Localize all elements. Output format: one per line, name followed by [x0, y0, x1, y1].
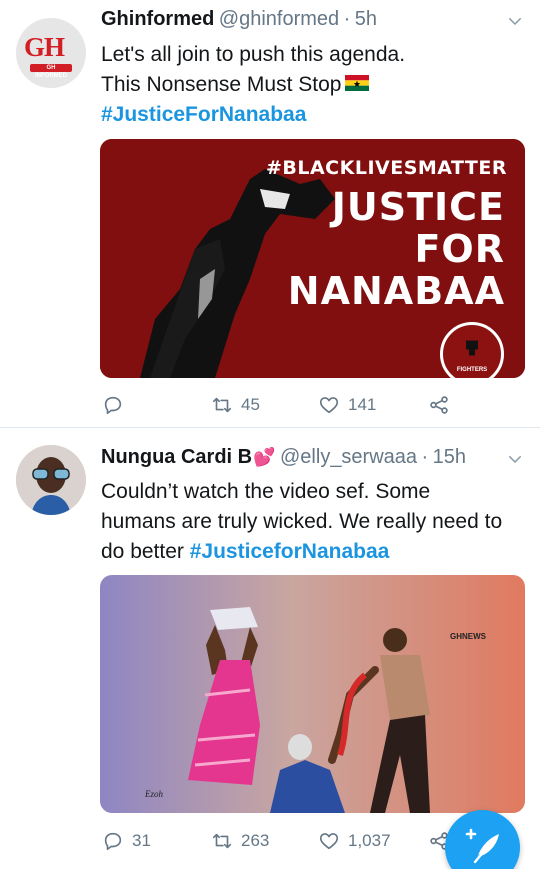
- badge-label: FIGHTERS: [456, 367, 488, 373]
- like-count: 1,037: [348, 831, 391, 850]
- reply-count: 31: [132, 831, 151, 850]
- chevron-down-icon[interactable]: [506, 12, 524, 30]
- heart-icon: [319, 833, 339, 850]
- retweet-icon: [212, 833, 232, 849]
- tweet-text-line: Let's all join to push this agenda.: [101, 43, 406, 66]
- poster-title-line: NANABAA: [287, 269, 505, 313]
- hashtag-link[interactable]: #JusticeForNanabaa: [101, 100, 526, 130]
- compose-tweet-button[interactable]: [445, 810, 520, 869]
- tweet-time[interactable]: 15h: [433, 446, 466, 468]
- reply-button[interactable]: [102, 391, 132, 419]
- news-watermark: GHNEWS: [450, 632, 486, 641]
- tweet-text-line: This Nonsense Must Stop: [101, 70, 526, 100]
- share-button[interactable]: [428, 391, 450, 419]
- reply-button[interactable]: 31: [102, 827, 151, 855]
- tweet-text-line: Couldn’t watch the video sef. Some: [101, 480, 431, 503]
- tweet-media-image[interactable]: #BLACKLIVESMATTER JUSTICE FOR NANABAA FI…: [100, 139, 525, 378]
- display-name[interactable]: Ghinformed: [101, 8, 214, 30]
- like-button[interactable]: 141: [318, 391, 376, 419]
- tweet-text: Couldn’t watch the video sef. Some human…: [101, 477, 526, 567]
- chevron-down-icon[interactable]: [506, 450, 524, 468]
- artist-signature: Ezoh: [145, 789, 163, 799]
- tweet-text-line: do better #JusticeforNanabaa: [101, 540, 390, 563]
- retweet-count: 45: [241, 395, 260, 414]
- hashtag-link[interactable]: #JusticeforNanabaa: [190, 540, 390, 563]
- tweet-header: Nungua Cardi B💕 @elly_serwaaa · 15h: [101, 446, 524, 476]
- retweet-icon: [212, 397, 232, 413]
- tweet[interactable]: GH GH INFORMED Ghinformed @ghinformed · …: [0, 0, 540, 428]
- retweet-button[interactable]: 263: [211, 827, 269, 855]
- tweet-time[interactable]: 5h: [355, 8, 377, 30]
- separator: ·: [343, 8, 351, 30]
- fist-badge: FIGHTERS: [440, 322, 504, 378]
- tweet-actions: 45 141: [100, 391, 520, 419]
- reply-icon: [104, 396, 122, 415]
- avatar[interactable]: [16, 445, 86, 515]
- compose-feather-plus-icon: [465, 828, 499, 864]
- poster-title-line: FOR: [414, 227, 505, 271]
- separator: ·: [421, 446, 429, 468]
- avatar[interactable]: GH GH INFORMED: [16, 18, 86, 88]
- tweet[interactable]: Nungua Cardi B💕 @elly_serwaaa · 15h Coul…: [0, 429, 540, 869]
- user-handle[interactable]: @ghinformed: [219, 8, 339, 30]
- poster-hashtag: #BLACKLIVESMATTER: [265, 157, 507, 179]
- retweet-button[interactable]: 45: [211, 391, 260, 419]
- tweet-text: Let's all join to push this agenda. This…: [101, 40, 526, 130]
- fist-icon: [466, 340, 478, 356]
- ghinformed-logo: GH GH INFORMED: [16, 18, 86, 88]
- heart-icon: [319, 397, 339, 414]
- tweet-header: Ghinformed @ghinformed · 5h: [101, 8, 524, 38]
- like-count: 141: [348, 395, 377, 414]
- display-name[interactable]: Nungua Cardi B💕: [101, 446, 276, 468]
- like-button[interactable]: 1,037: [318, 827, 391, 855]
- ghana-flag-icon: [345, 75, 370, 92]
- tweet-text-line: humans are truly wicked. We really need …: [101, 510, 503, 533]
- profile-photo: [16, 445, 86, 515]
- retweet-count: 263: [241, 831, 270, 850]
- poster-title-line: JUSTICE: [331, 185, 505, 229]
- share-icon: [430, 396, 448, 414]
- illustration: [100, 575, 525, 813]
- user-handle[interactable]: @elly_serwaaa: [280, 446, 417, 468]
- tweet-media-image[interactable]: GHNEWS Ezoh: [100, 575, 525, 813]
- reply-icon: [104, 832, 122, 851]
- pink-hearts-emoji: 💕: [253, 447, 276, 467]
